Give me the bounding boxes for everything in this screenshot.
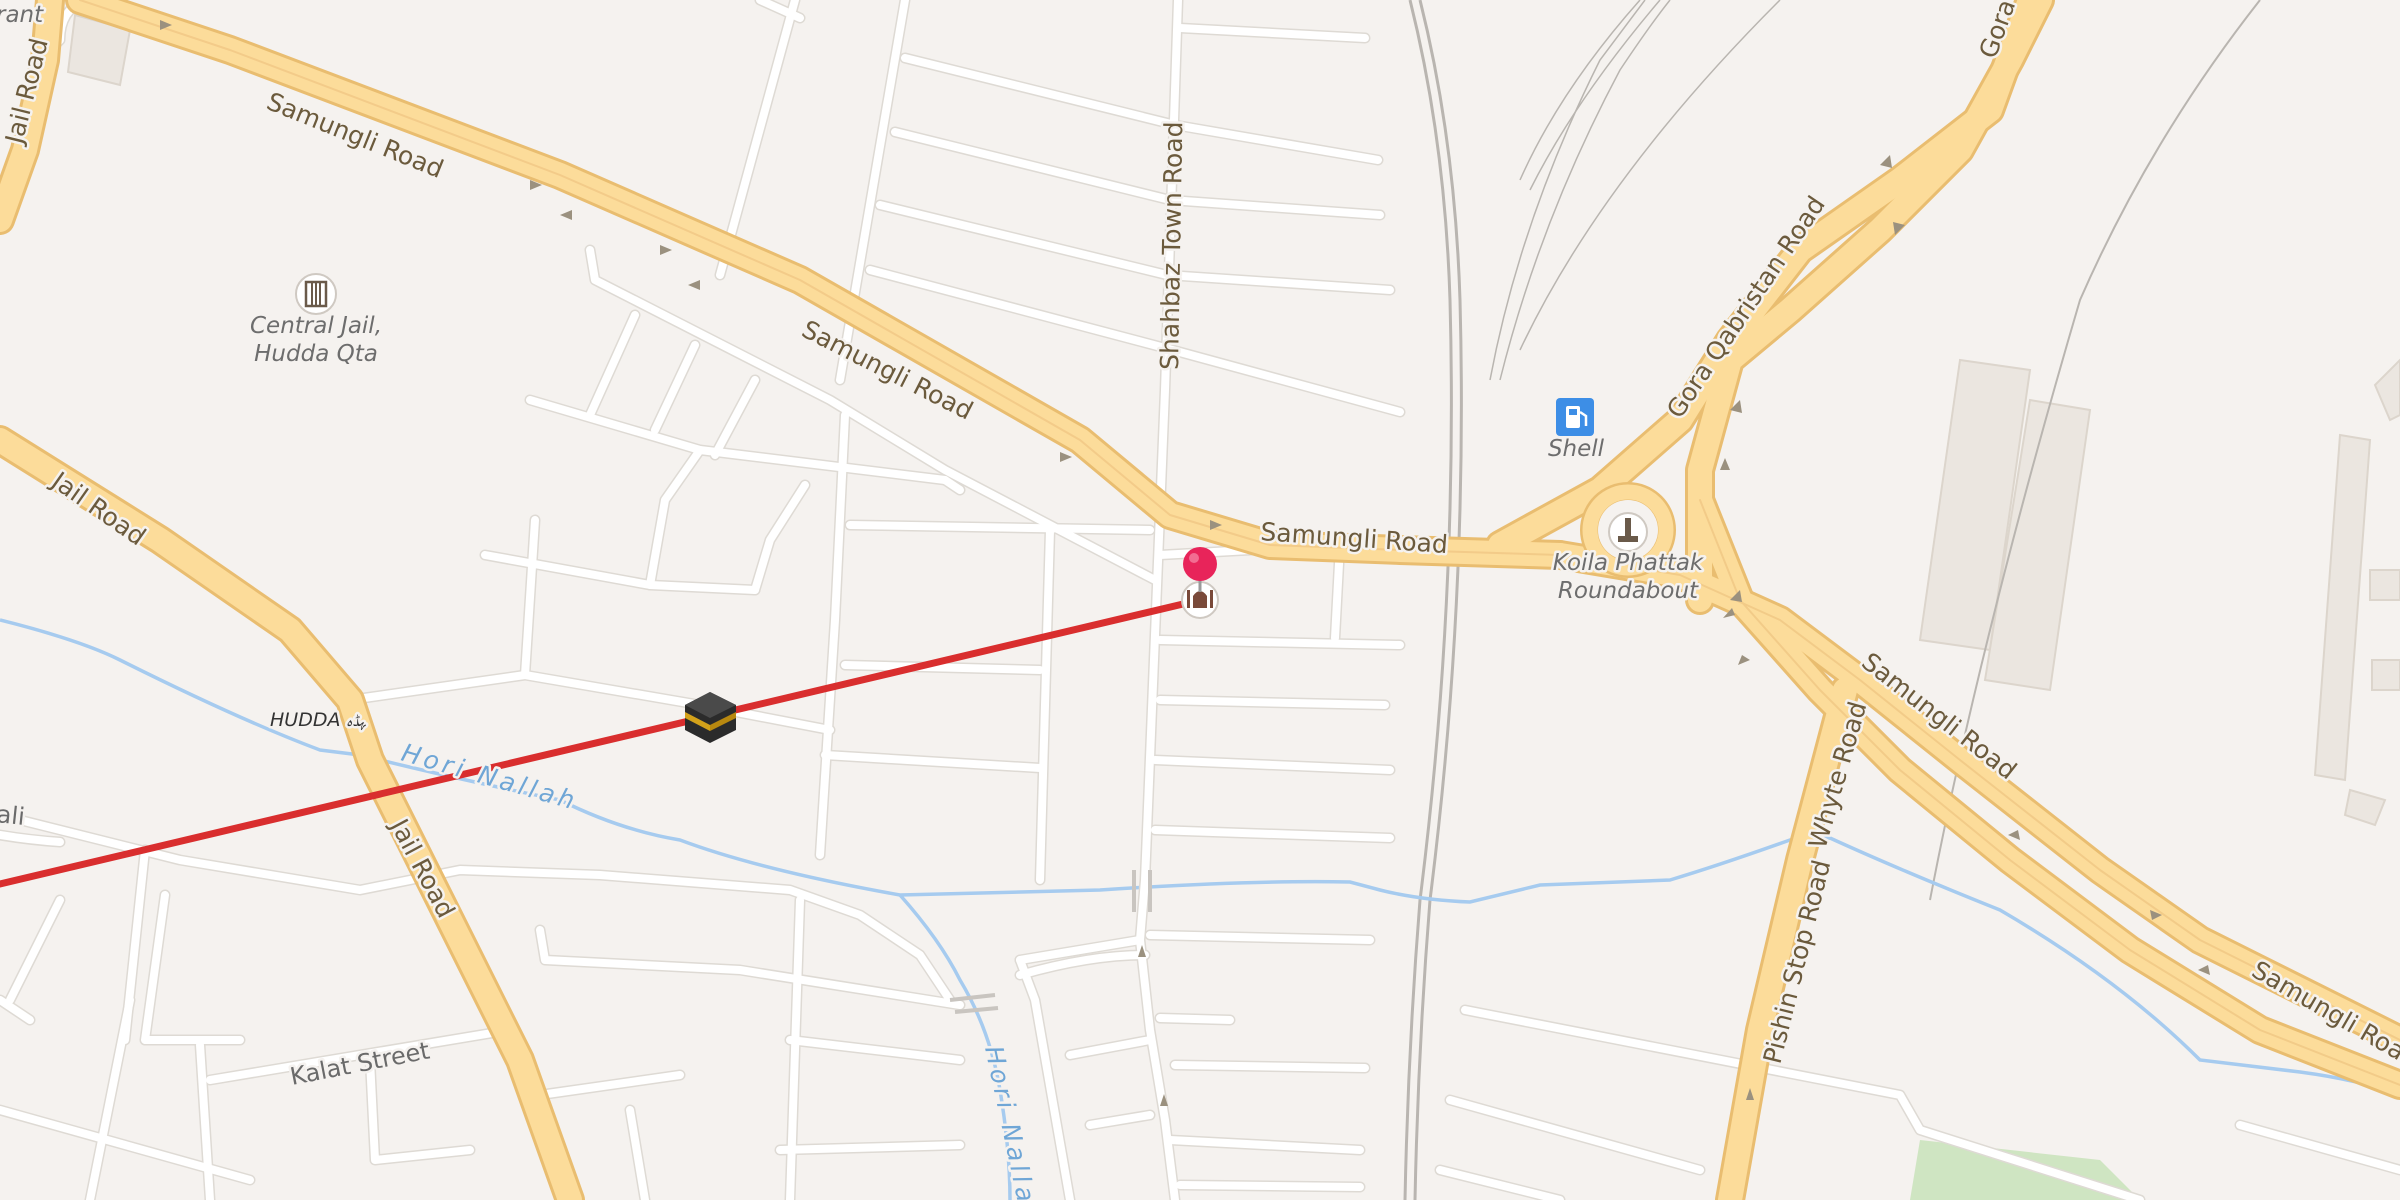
map-view[interactable]: Samungli Road Samungli Road Samungli Roa… — [0, 0, 2400, 1200]
poi-label-central-jail-line1: Central Jail, — [250, 313, 382, 339]
poi-label-koila-line2: Roundabout — [1558, 578, 1699, 604]
jail-icon — [295, 273, 337, 315]
road-label-shahbaz: Shahbaz Town Road — [1155, 121, 1188, 370]
place-label-hudda: HUDDA ﮩﮉﮦ — [270, 709, 367, 731]
fuel-icon — [1556, 398, 1594, 436]
poi-label-shell: Shell — [1548, 436, 1605, 462]
poi-label-central-jail-line2: Hudda Qta — [254, 341, 378, 367]
monument-icon — [1608, 512, 1648, 552]
road-label-partial-top: rant — [0, 2, 44, 28]
road-label-partial-left: ali — [0, 800, 26, 831]
poi-label-koila-line1: Koila Phattak — [1553, 550, 1705, 576]
